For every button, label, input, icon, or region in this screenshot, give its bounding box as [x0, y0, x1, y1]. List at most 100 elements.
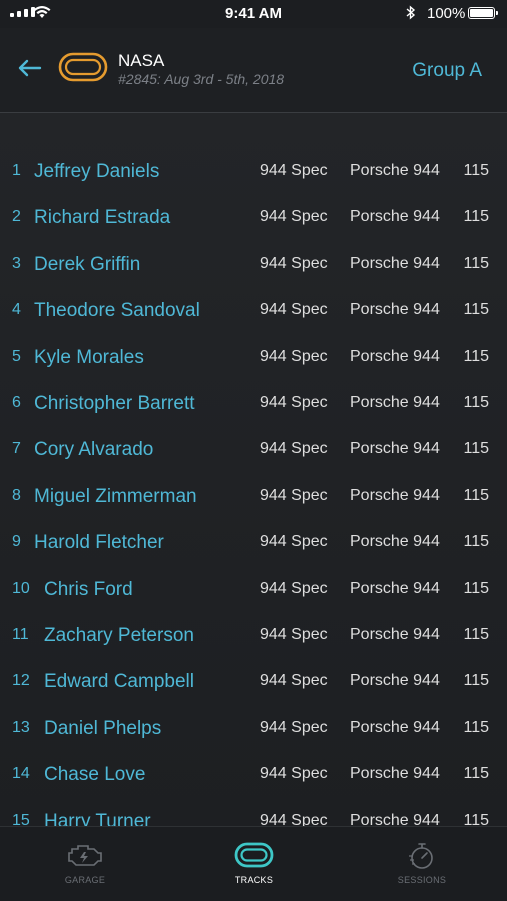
car-number: 115 — [463, 579, 489, 597]
race-class: 944 Spec — [260, 162, 328, 179]
car-model: Porsche 944 — [350, 162, 440, 179]
driver-name[interactable]: Chris Ford — [44, 579, 133, 601]
car-number: 115 — [463, 208, 489, 226]
driver-name[interactable]: Miguel Zimmerman — [34, 486, 197, 508]
finish-position: 5 — [12, 347, 21, 365]
driver-name[interactable]: Cory Alvarado — [34, 439, 153, 461]
finish-position: 1 — [12, 162, 21, 179]
driver-name[interactable]: Daniel Phelps — [44, 718, 161, 740]
nav-bar: NASA #2845: Aug 3rd - 5th, 2018 Group A — [0, 28, 507, 113]
car-number: 115 — [463, 486, 489, 504]
result-row[interactable]: 5 Kyle Morales 944 Spec Porsche 944 115 — [0, 336, 507, 382]
car-number: 115 — [463, 162, 489, 179]
tab-sessions[interactable]: SESSIONS — [367, 827, 477, 901]
driver-name[interactable]: Jeffrey Daniels — [34, 161, 159, 183]
race-class: 944 Spec — [260, 718, 328, 736]
finish-position: 14 — [12, 765, 30, 783]
car-model: Porsche 944 — [350, 533, 440, 551]
car-model: Porsche 944 — [350, 347, 440, 365]
driver-name[interactable]: Harold Fletcher — [34, 532, 164, 554]
car-number: 115 — [463, 301, 489, 319]
car-number: 115 — [463, 533, 489, 551]
track-logo-icon — [58, 52, 108, 82]
car-model: Porsche 944 — [350, 301, 440, 319]
driver-name[interactable]: Derek Griffin — [34, 254, 140, 276]
result-row[interactable]: 14 Chase Love 944 Spec Porsche 944 115 — [0, 753, 507, 799]
tab-tracks[interactable]: TRACKS — [199, 827, 309, 901]
race-class: 944 Spec — [260, 208, 328, 226]
tab-label: SESSIONS — [397, 875, 447, 885]
stopwatch-icon — [409, 843, 433, 869]
engine-icon — [68, 845, 102, 866]
race-class: 944 Spec — [260, 254, 328, 272]
driver-name[interactable]: Chase Love — [44, 764, 145, 786]
car-number: 115 — [463, 440, 489, 458]
tab-garage[interactable]: GARAGE — [30, 827, 140, 901]
driver-name[interactable]: Kyle Morales — [34, 347, 144, 369]
battery-level — [470, 9, 493, 17]
event-subtitle: #2845: Aug 3rd - 5th, 2018 — [118, 71, 285, 87]
result-row[interactable]: 2 Richard Estrada 944 Spec Porsche 944 115 — [0, 196, 507, 242]
finish-position: 4 — [12, 301, 21, 319]
finish-position: 11 — [12, 626, 29, 643]
car-model: Porsche 944 — [350, 672, 440, 690]
result-row[interactable]: 9 Harold Fletcher 944 Spec Porsche 944 115 — [0, 521, 507, 567]
result-row[interactable]: 6 Christopher Barrett 944 Spec Porsche 944 1… — [0, 382, 507, 428]
car-model: Porsche 944 — [350, 394, 440, 411]
result-row[interactable]: 4 Theodore Sandoval 944 Spec Porsche 944 115 — [0, 289, 507, 335]
car-model: Porsche 944 — [350, 579, 440, 597]
car-model: Porsche 944 — [350, 208, 440, 226]
race-class: 944 Spec — [260, 347, 328, 365]
finish-position: 3 — [12, 254, 21, 272]
result-row[interactable]: 12 Edward Campbell 944 Spec Porsche 944 115 — [0, 660, 507, 706]
group-selector-button[interactable]: Group A — [412, 60, 482, 82]
back-arrow-icon[interactable] — [16, 58, 42, 78]
driver-name[interactable]: Harry Turner — [44, 811, 151, 826]
car-model: Porsche 944 — [350, 440, 440, 458]
event-name: NASA — [118, 51, 165, 70]
car-number: 115 — [463, 765, 489, 783]
result-row[interactable]: 1 Jeffrey Daniels 944 Spec Porsche 944 115 — [0, 150, 507, 196]
race-class: 944 Spec — [260, 672, 328, 690]
driver-name[interactable]: Zachary Peterson — [44, 625, 194, 647]
battery-icon — [468, 7, 498, 19]
tab-label: TRACKS — [234, 875, 274, 885]
track-icon — [234, 842, 274, 868]
car-number: 115 — [463, 718, 489, 736]
race-class: 944 Spec — [260, 626, 328, 643]
driver-name[interactable]: Theodore Sandoval — [34, 300, 200, 322]
race-class: 944 Spec — [260, 394, 328, 411]
car-model: Porsche 944 — [350, 765, 440, 783]
result-row[interactable]: 10 Chris Ford 944 Spec Porsche 944 115 — [0, 568, 507, 614]
result-row[interactable]: 15 Harry Turner 944 Spec Porsche 944 115 — [0, 800, 507, 826]
car-number: 115 — [463, 626, 489, 643]
car-number: 115 — [463, 254, 489, 272]
driver-name[interactable]: Richard Estrada — [34, 207, 170, 229]
finish-position: 7 — [12, 440, 21, 458]
result-row[interactable]: 3 Derek Griffin 944 Spec Porsche 944 115 — [0, 243, 507, 289]
finish-position: 13 — [12, 718, 30, 736]
driver-name[interactable]: Christopher Barrett — [34, 393, 195, 415]
race-class: 944 Spec — [260, 533, 328, 551]
finish-position: 10 — [12, 579, 30, 597]
tab-label: GARAGE — [64, 875, 106, 885]
car-model: Porsche 944 — [350, 254, 440, 272]
bluetooth-icon — [406, 5, 416, 20]
finish-position: 9 — [12, 533, 21, 551]
car-number: 115 — [463, 347, 489, 365]
tab-bar: GARAGE TRACKS SESSIONS — [0, 826, 507, 901]
race-class: 944 Spec — [260, 811, 328, 826]
results-list[interactable]: 1 Jeffrey Daniels 944 Spec Porsche 944 115 2 R… — [0, 113, 507, 826]
race-class: 944 Spec — [260, 440, 328, 458]
result-row[interactable]: 13 Daniel Phelps 944 Spec Porsche 944 115 — [0, 707, 507, 753]
finish-position: 15 — [12, 811, 30, 826]
status-bar: 9:41 AM 100% — [0, 0, 507, 28]
race-class: 944 Spec — [260, 579, 328, 597]
car-model: Porsche 944 — [350, 486, 440, 504]
result-row[interactable]: 11 Zachary Peterson 944 Spec Porsche 944 115 — [0, 614, 507, 660]
result-row[interactable]: 7 Cory Alvarado 944 Spec Porsche 944 115 — [0, 428, 507, 474]
car-model: Porsche 944 — [350, 718, 440, 736]
result-row[interactable]: 8 Miguel Zimmerman 944 Spec Porsche 944 115 — [0, 475, 507, 521]
driver-name[interactable]: Edward Campbell — [44, 671, 194, 693]
car-number: 115 — [463, 672, 489, 690]
